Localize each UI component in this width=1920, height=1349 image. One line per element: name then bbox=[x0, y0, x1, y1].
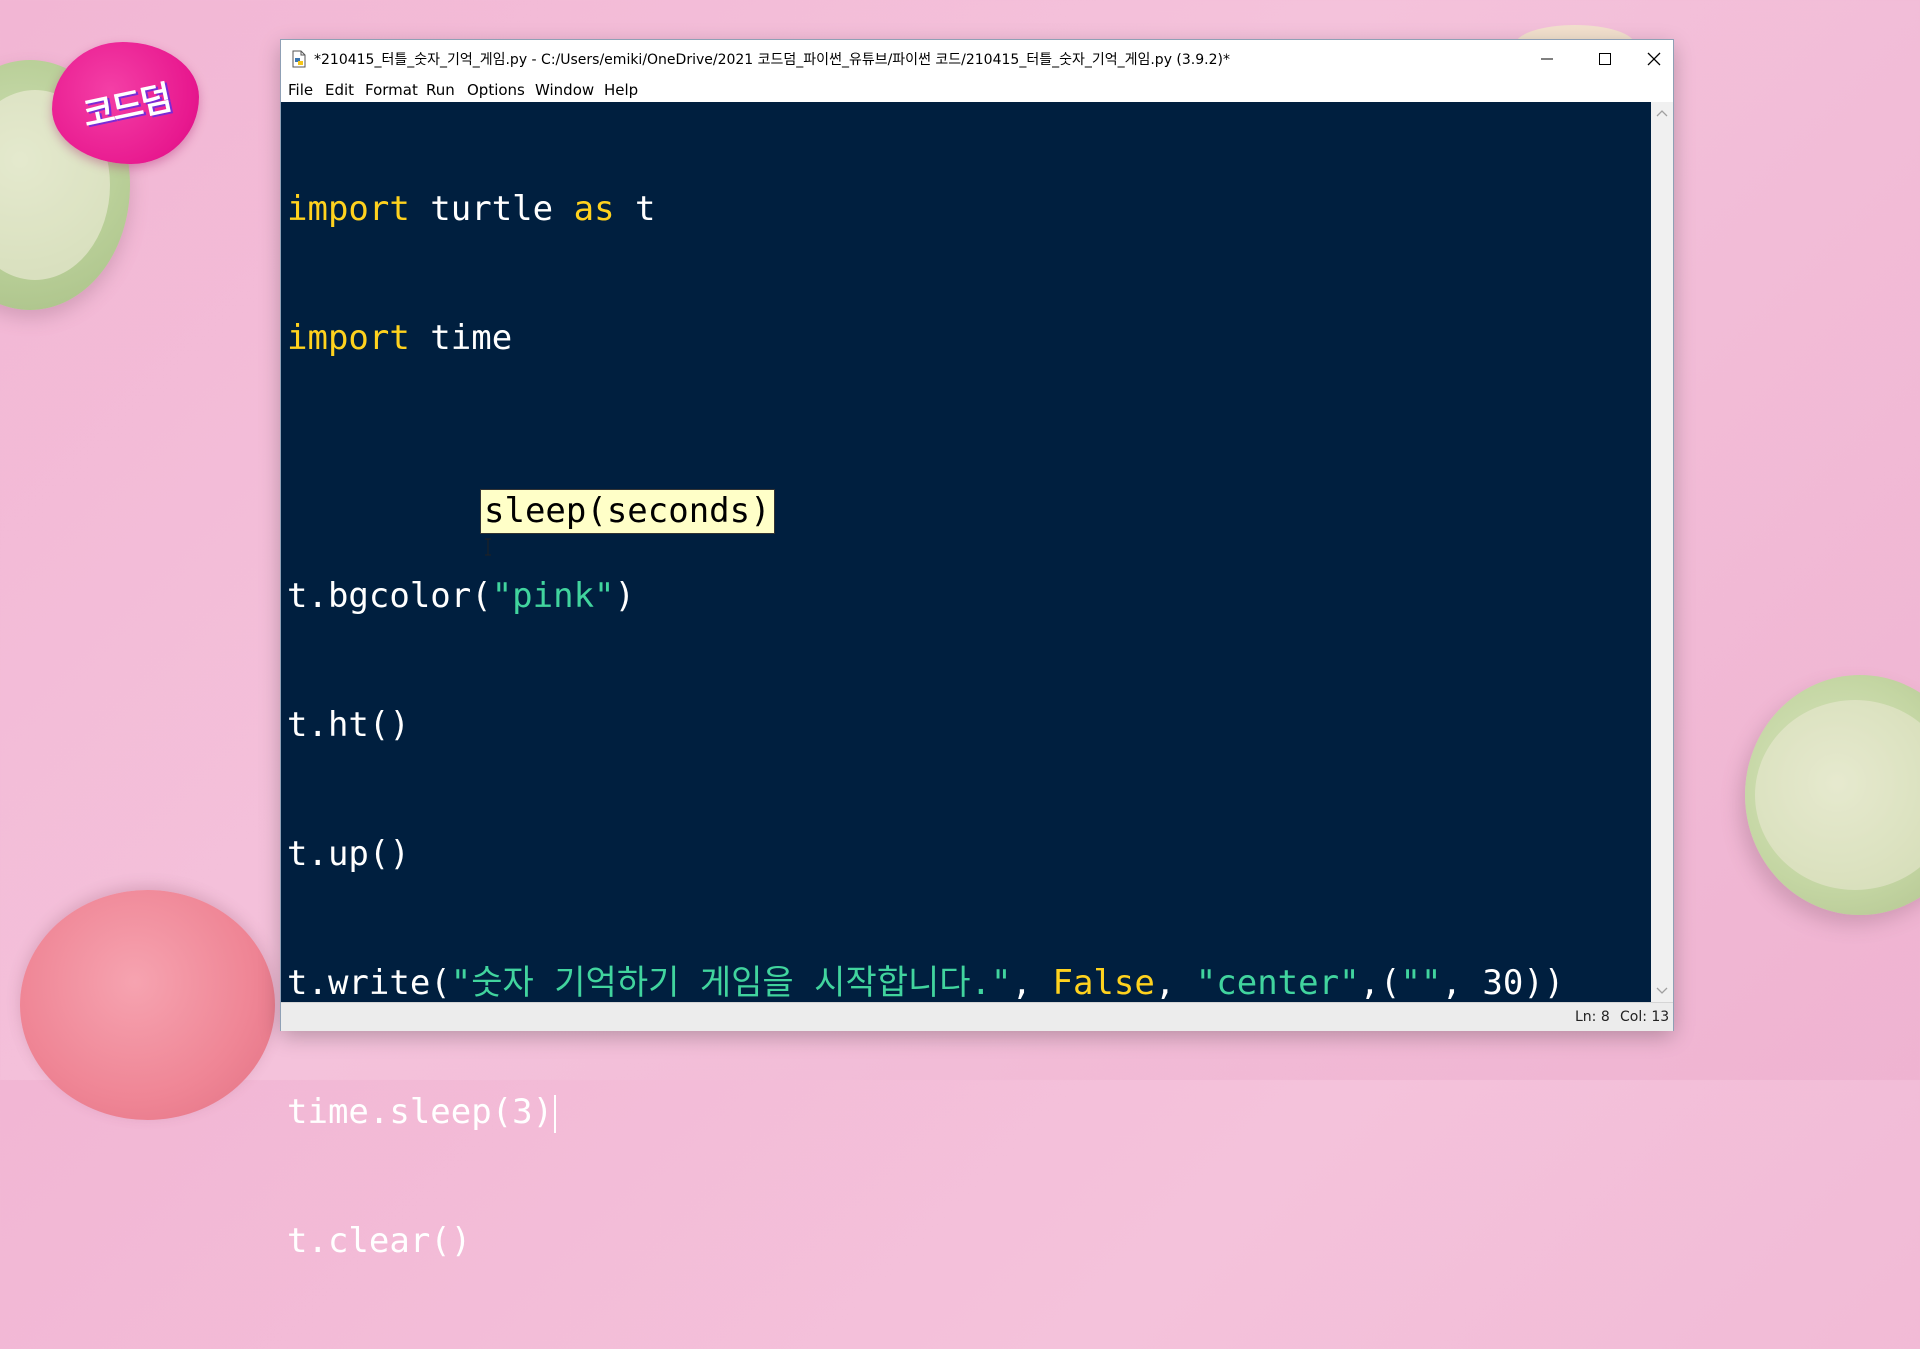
menu-options[interactable]: Options bbox=[467, 81, 525, 99]
code-token: , bbox=[1011, 963, 1053, 1003]
string-token: "center" bbox=[1195, 963, 1360, 1003]
code-token: , 30)) bbox=[1441, 963, 1565, 1003]
python-file-icon bbox=[292, 50, 306, 68]
minimize-button[interactable] bbox=[1518, 40, 1576, 77]
keyword-token: False bbox=[1052, 963, 1155, 1003]
minimize-icon bbox=[1541, 58, 1553, 59]
code-editor[interactable]: import turtle as t import time t.bgcolor… bbox=[281, 102, 1651, 1261]
menu-bar: File Edit Format Run Options Window Help bbox=[281, 77, 1673, 102]
text-cursor bbox=[554, 1094, 557, 1133]
code-text[interactable]: import turtle as t import time t.bgcolor… bbox=[287, 102, 1564, 1349]
menu-file[interactable]: File bbox=[288, 81, 313, 99]
menu-edit[interactable]: Edit bbox=[325, 81, 354, 99]
scroll-down-icon[interactable] bbox=[1655, 983, 1669, 997]
code-line-9: t.clear() bbox=[287, 1220, 1564, 1263]
status-bar: Ln: 8 Col: 13 bbox=[281, 1002, 1673, 1031]
calltip-tooltip: sleep(seconds) bbox=[480, 489, 775, 534]
code-line-2: import time bbox=[287, 317, 1564, 360]
channel-logo: 코드덤 bbox=[52, 42, 199, 164]
menu-run[interactable]: Run bbox=[426, 81, 455, 99]
close-button[interactable] bbox=[1634, 40, 1673, 77]
code-token: time.sleep(3) bbox=[287, 1092, 554, 1132]
ibeam-cursor-icon bbox=[485, 538, 491, 556]
line-number-status: Ln: 8 bbox=[1575, 1009, 1610, 1025]
code-line-1: import turtle as t bbox=[287, 188, 1564, 231]
window-title: *210415_터틀_숫자_기억_게임.py - C:/Users/emiki/… bbox=[314, 52, 1230, 68]
code-token: ,( bbox=[1359, 963, 1401, 1003]
menu-format[interactable]: Format bbox=[365, 81, 418, 99]
string-token: "pink" bbox=[491, 576, 615, 616]
code-token: ) bbox=[614, 576, 636, 616]
code-line-5: t.ht() bbox=[287, 704, 1564, 747]
idle-editor-window: *210415_터틀_숫자_기억_게임.py - C:/Users/emiki/… bbox=[281, 40, 1673, 1261]
logo-glyph: 코드덤 bbox=[79, 77, 174, 136]
code-line-6: t.up() bbox=[287, 833, 1564, 876]
code-token: t.write( bbox=[287, 963, 451, 1003]
menu-help[interactable]: Help bbox=[604, 81, 638, 99]
code-token: t.up() bbox=[287, 834, 410, 874]
code-line-4: t.bgcolor("pink") bbox=[287, 575, 1564, 618]
maximize-icon bbox=[1599, 52, 1611, 65]
code-token: t.clear() bbox=[287, 1221, 472, 1261]
keyword-token: import bbox=[287, 189, 410, 229]
code-token: turtle bbox=[409, 189, 574, 229]
menu-window[interactable]: Window bbox=[535, 81, 594, 99]
keyword-token: as bbox=[573, 189, 615, 229]
code-token: t.ht() bbox=[287, 705, 410, 745]
code-line-8: time.sleep(3) bbox=[287, 1091, 1564, 1134]
code-token: time bbox=[409, 318, 513, 358]
column-number-status: Col: 13 bbox=[1620, 1009, 1670, 1025]
code-token: t.bgcolor( bbox=[287, 576, 492, 616]
keyword-token: import bbox=[287, 318, 410, 358]
title-bar[interactable]: *210415_터틀_숫자_기억_게임.py - C:/Users/emiki/… bbox=[281, 40, 1673, 77]
scroll-up-icon[interactable] bbox=[1655, 107, 1669, 121]
vertical-scrollbar[interactable] bbox=[1651, 102, 1673, 1002]
code-token: t bbox=[614, 189, 656, 229]
close-icon bbox=[1647, 52, 1660, 65]
string-token: "숫자 기억하기 게임을 시작합니다." bbox=[450, 963, 1012, 1003]
maximize-button[interactable] bbox=[1576, 40, 1634, 77]
code-line-7: t.write("숫자 기억하기 게임을 시작합니다.", False, "ce… bbox=[287, 962, 1564, 1005]
code-token: , bbox=[1154, 963, 1196, 1003]
pink-macaron-decoration bbox=[20, 890, 275, 1120]
string-token: "" bbox=[1400, 963, 1442, 1003]
